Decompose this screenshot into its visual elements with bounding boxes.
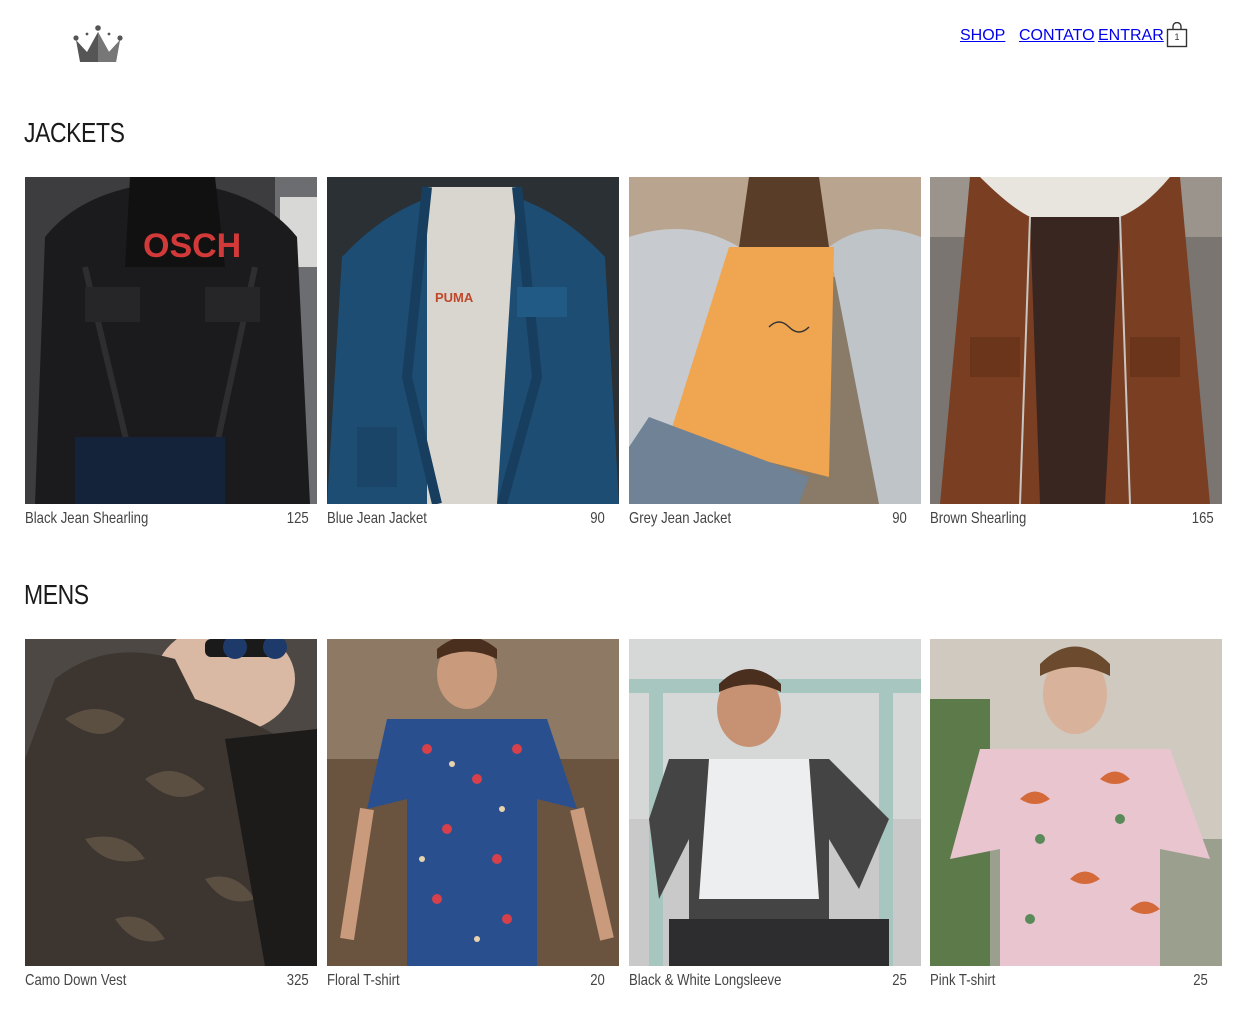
product-card[interactable]: Brown Shearling 165: [930, 177, 1222, 547]
nav-contato[interactable]: CONTATO: [1019, 27, 1095, 45]
product-price: 20: [590, 972, 605, 989]
section-title-jackets: JACKETS: [24, 117, 125, 148]
product-name[interactable]: Camo Down Vest: [25, 972, 126, 990]
nav-shop[interactable]: SHOP: [960, 27, 1005, 45]
svg-text:PUMA: PUMA: [435, 290, 474, 305]
svg-text:OSCH: OSCH: [143, 227, 241, 265]
product-image[interactable]: PUMA: [327, 177, 619, 504]
crown-icon[interactable]: [70, 22, 126, 66]
product-image[interactable]: [629, 177, 921, 504]
nav-entrar[interactable]: ENTRAR: [1098, 27, 1164, 45]
product-grid-mens: Camo Down Vest 325 Floral T-shirt 20 Bla…: [25, 639, 1222, 1009]
product-name[interactable]: Pink T-shirt: [930, 972, 995, 990]
product-card[interactable]: OSCH Black Jean Shearling 125: [25, 177, 317, 547]
product-image[interactable]: [930, 177, 1222, 504]
product-price: 25: [1193, 972, 1208, 989]
product-image[interactable]: [25, 639, 317, 966]
section-title-mens: MENS: [24, 579, 89, 610]
product-price: 165: [1192, 510, 1214, 527]
page: SHOP CONTATO ENTRAR 1 JACKETS OSCH Black…: [0, 0, 1240, 1030]
product-image[interactable]: [930, 639, 1222, 966]
product-card[interactable]: Black & White Longsleeve 25: [629, 639, 921, 1009]
product-price: 325: [287, 972, 309, 989]
product-price: 90: [590, 510, 605, 527]
product-image[interactable]: [629, 639, 921, 966]
product-card[interactable]: Camo Down Vest 325: [25, 639, 317, 1009]
product-name[interactable]: Floral T-shirt: [327, 972, 400, 990]
product-image[interactable]: [327, 639, 619, 966]
product-name[interactable]: Black & White Longsleeve: [629, 972, 781, 990]
product-card[interactable]: Pink T-shirt 25: [930, 639, 1222, 1009]
product-price: 90: [892, 510, 907, 527]
product-name[interactable]: Black Jean Shearling: [25, 510, 148, 528]
product-grid-jackets: OSCH Black Jean Shearling 125 PUMA Blue …: [25, 177, 1222, 547]
product-name[interactable]: Grey Jean Jacket: [629, 510, 731, 528]
product-card[interactable]: PUMA Blue Jean Jacket 90: [327, 177, 619, 547]
product-card[interactable]: Floral T-shirt 20: [327, 639, 619, 1009]
product-price: 125: [287, 510, 309, 527]
site-header: SHOP CONTATO ENTRAR 1: [0, 0, 1240, 90]
product-card[interactable]: Grey Jean Jacket 90: [629, 177, 921, 547]
product-price: 25: [892, 972, 907, 989]
product-name[interactable]: Blue Jean Jacket: [327, 510, 427, 528]
cart-button[interactable]: 1: [1166, 22, 1188, 48]
product-image[interactable]: OSCH: [25, 177, 317, 504]
cart-count: 1: [1174, 32, 1180, 42]
product-name[interactable]: Brown Shearling: [930, 510, 1026, 528]
